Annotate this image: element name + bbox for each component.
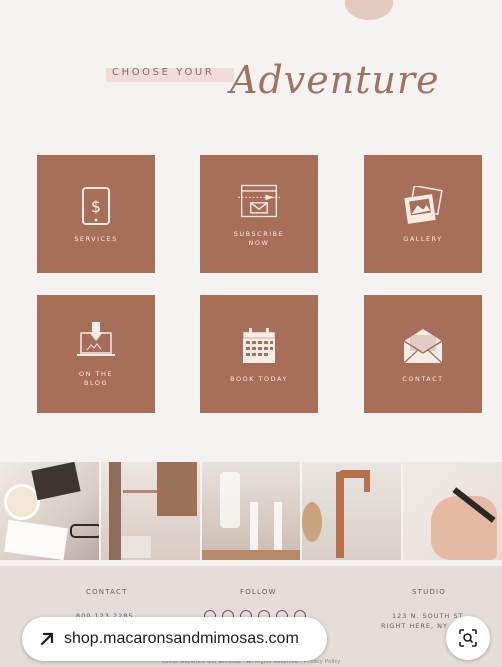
tile-book-today[interactable]: BOOK TODAY [200, 295, 318, 413]
eyebrow-text: CHOOSE YOUR [112, 67, 215, 78]
lens-search-button[interactable] [446, 616, 490, 660]
page-header: CHOOSE YOUR Adventure [0, 58, 502, 128]
script-title: Adventure [230, 58, 440, 102]
photo-strip [0, 462, 502, 560]
lens-search-icon [459, 629, 477, 647]
glassware-shelf-photo[interactable] [201, 462, 301, 560]
tile-blog[interactable]: ON THE BLOG [37, 295, 155, 413]
tile-label: ON THE BLOG [78, 370, 113, 387]
jewelry-shelf-photo[interactable] [100, 462, 200, 560]
envelope-icon [402, 325, 444, 367]
follow-heading: FOLLOW [240, 588, 277, 596]
laptop-blog-icon [75, 320, 117, 362]
tile-label: SERVICES [74, 234, 118, 243]
arrow-up-right-icon [40, 632, 54, 646]
studio-address-2: RIGHT HERE, NY [381, 622, 448, 630]
email-subscribe-icon [238, 180, 280, 222]
tile-gallery[interactable]: GALLERY [364, 155, 482, 273]
decorative-blob [345, 0, 393, 20]
tile-label: CONTACT [402, 374, 444, 383]
svg-text:$: $ [91, 197, 101, 216]
url-chip[interactable]: shop.macaronsandmimosas.com [22, 617, 327, 661]
url-text: shop.macaronsandmimosas.com [64, 630, 299, 647]
tile-label: BOOK TODAY [230, 374, 288, 383]
eyebrow-highlight: CHOOSE YOUR [106, 67, 234, 82]
tile-services[interactable]: $ SERVICES [37, 155, 155, 273]
copper-faucet-photo[interactable] [302, 462, 402, 560]
coffee-magazine-photo[interactable] [0, 462, 99, 560]
hand-writing-photo[interactable] [403, 462, 502, 560]
photos-icon [402, 185, 444, 227]
tablet-dollar-icon: $ [75, 185, 117, 227]
tile-label: SUBSCRIBE NOW [233, 230, 285, 247]
studio-heading: STUDIO [412, 588, 447, 596]
tile-label: GALLERY [403, 234, 443, 243]
contact-heading: CONTACT [86, 588, 128, 596]
tile-subscribe[interactable]: SUBSCRIBE NOW [200, 155, 318, 273]
tile-contact[interactable]: CONTACT [364, 295, 482, 413]
calendar-icon [238, 325, 280, 367]
